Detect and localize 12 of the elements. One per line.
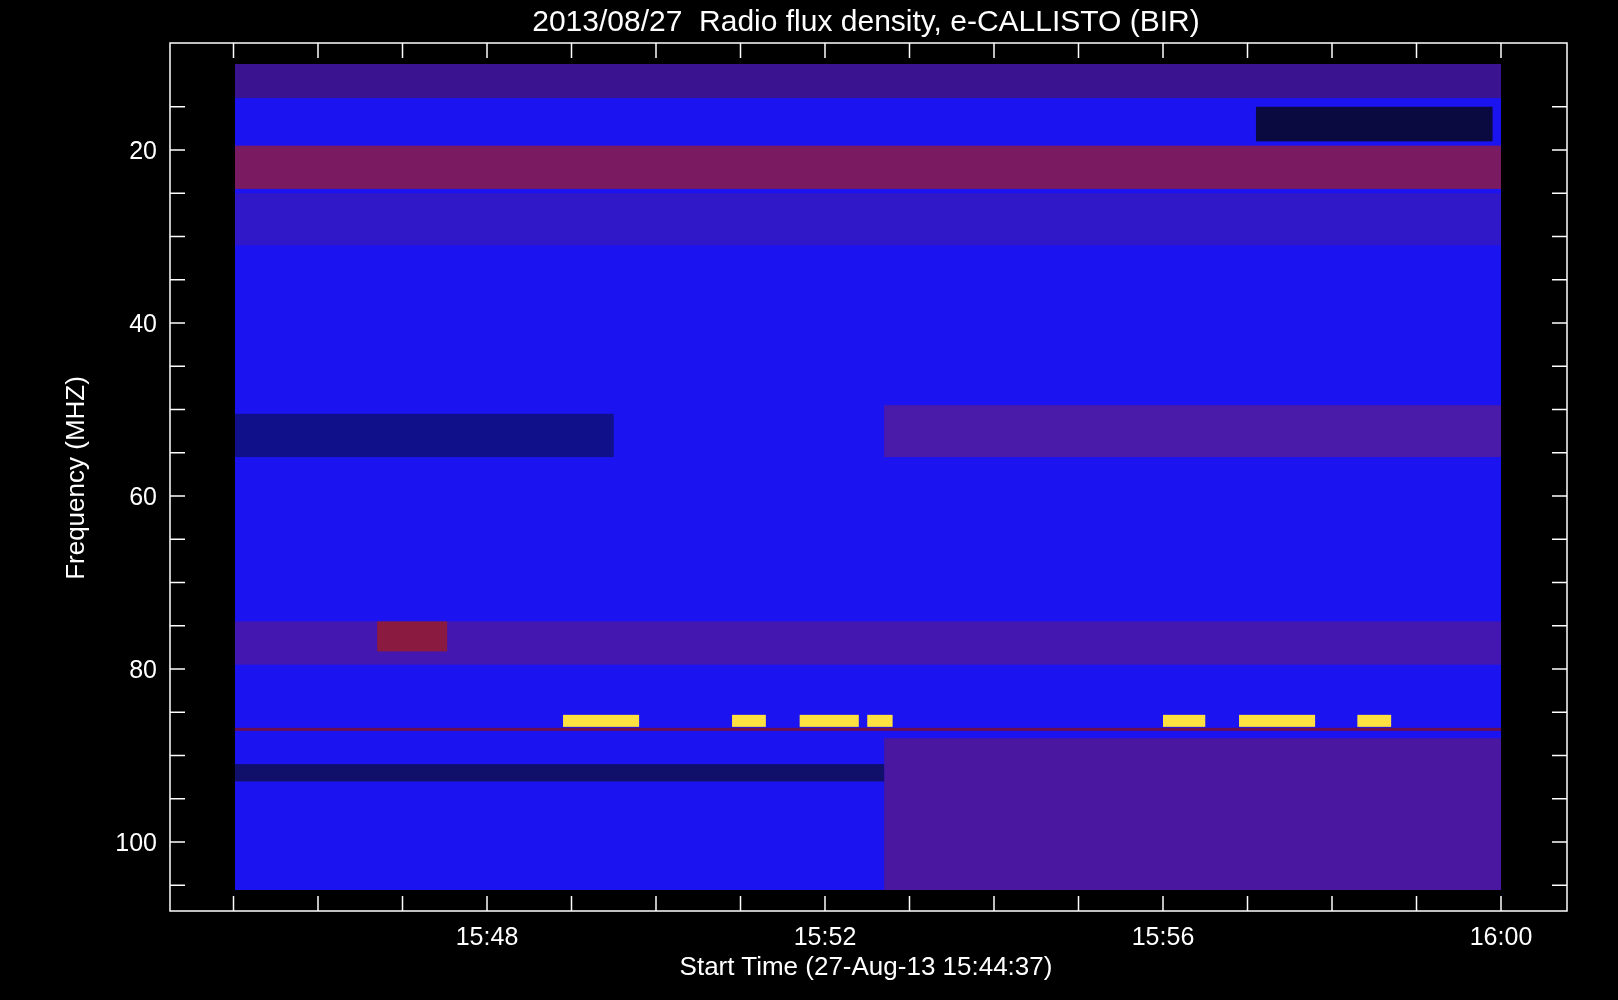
chart-title: 2013/08/27 Radio flux density, e-CALLISTO (BIR) xyxy=(532,4,1200,37)
y-tick-label: 20 xyxy=(129,136,157,164)
y-axis-label: Frequency (MHZ) xyxy=(60,376,90,580)
y-tick-label: 80 xyxy=(129,655,157,683)
y-tick-label: 60 xyxy=(129,482,157,510)
x-tick-label: 16:00 xyxy=(1469,922,1533,950)
x-tick-label: 15:52 xyxy=(793,922,857,950)
x-axis-label: Start Time (27-Aug-13 15:44:37) xyxy=(679,951,1053,981)
x-tick-label: 15:56 xyxy=(1131,922,1195,950)
y-tick-label: 100 xyxy=(115,828,157,856)
y-tick-label: 40 xyxy=(129,309,157,337)
x-tick-label: 15:48 xyxy=(455,922,519,950)
